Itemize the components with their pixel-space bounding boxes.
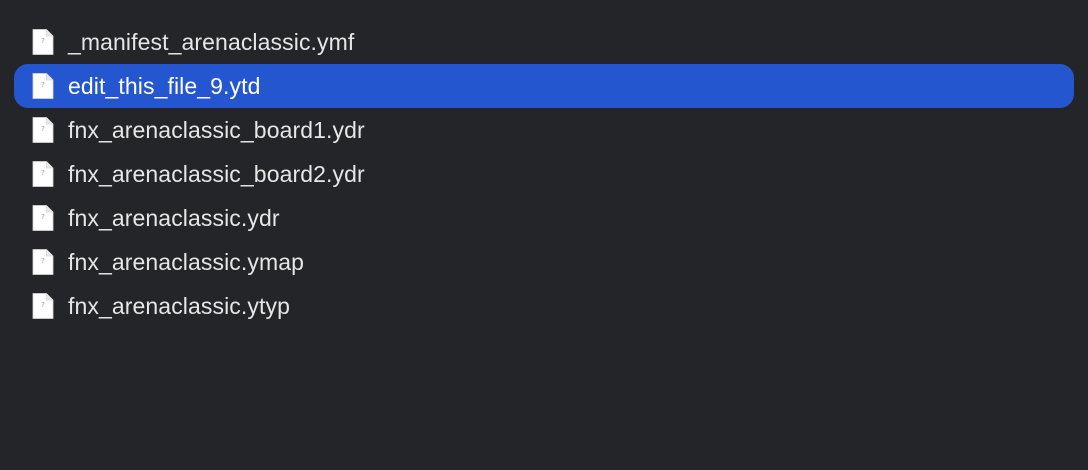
file-row-fnx-arenaclassic-board1-ydr[interactable]: ? fnx_arenaclassic_board1.ydr bbox=[14, 108, 1074, 152]
file-row-fnx-arenaclassic-ytyp[interactable]: ? fnx_arenaclassic.ytyp bbox=[14, 284, 1074, 328]
svg-text:?: ? bbox=[41, 169, 45, 177]
document-icon: ? bbox=[32, 73, 54, 99]
document-icon: ? bbox=[32, 117, 54, 143]
svg-text:?: ? bbox=[41, 37, 45, 45]
document-icon: ? bbox=[32, 249, 54, 275]
file-name: fnx_arenaclassic.ydr bbox=[68, 205, 280, 231]
file-row-fnx-arenaclassic-ydr[interactable]: ? fnx_arenaclassic.ydr bbox=[14, 196, 1074, 240]
document-icon: ? bbox=[32, 29, 54, 55]
svg-text:?: ? bbox=[41, 213, 45, 221]
document-icon: ? bbox=[32, 205, 54, 231]
file-row-manifest-arenaclassic-ymf[interactable]: ? _manifest_arenaclassic.ymf bbox=[14, 20, 1074, 64]
file-list: ? _manifest_arenaclassic.ymf ? edit_this… bbox=[14, 20, 1074, 328]
file-row-fnx-arenaclassic-ymap[interactable]: ? fnx_arenaclassic.ymap bbox=[14, 240, 1074, 284]
document-icon: ? bbox=[32, 161, 54, 187]
file-name: fnx_arenaclassic.ytyp bbox=[68, 293, 290, 319]
document-icon: ? bbox=[32, 293, 54, 319]
svg-text:?: ? bbox=[41, 301, 45, 309]
file-name: fnx_arenaclassic_board1.ydr bbox=[68, 117, 365, 143]
file-name: edit_this_file_9.ytd bbox=[68, 73, 261, 99]
file-name: fnx_arenaclassic.ymap bbox=[68, 249, 305, 275]
svg-text:?: ? bbox=[41, 257, 45, 265]
file-name: fnx_arenaclassic_board2.ydr bbox=[68, 161, 365, 187]
file-row-edit-this-file-9-ytd[interactable]: ? edit_this_file_9.ytd bbox=[14, 64, 1074, 108]
svg-text:?: ? bbox=[41, 81, 45, 89]
svg-text:?: ? bbox=[41, 125, 45, 133]
file-row-fnx-arenaclassic-board2-ydr[interactable]: ? fnx_arenaclassic_board2.ydr bbox=[14, 152, 1074, 196]
file-name: _manifest_arenaclassic.ymf bbox=[68, 29, 355, 55]
